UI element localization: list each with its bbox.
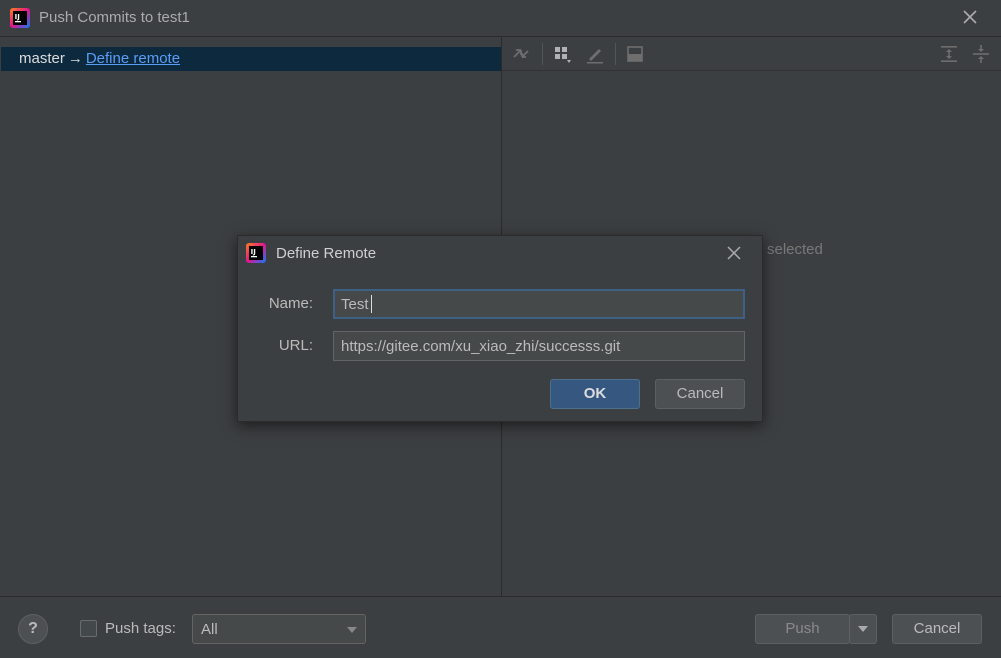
group-by-icon[interactable] xyxy=(553,44,573,64)
arrow-separator: → xyxy=(67,50,83,67)
cancel-button[interactable]: Cancel xyxy=(892,614,982,644)
close-icon[interactable] xyxy=(726,245,742,261)
push-tags-select[interactable]: All xyxy=(192,614,366,644)
push-tags-select-value: All xyxy=(201,621,218,638)
remote-url-input[interactable] xyxy=(333,331,745,361)
toolbar-separator xyxy=(615,43,616,65)
intellij-logo-icon: IJ xyxy=(10,8,30,28)
push-button[interactable]: Push xyxy=(755,614,850,644)
chevron-down-icon xyxy=(347,627,357,633)
expand-all-icon[interactable] xyxy=(939,44,959,64)
branch-name: master xyxy=(19,50,65,67)
define-remote-dialog: IJ Define Remote Name: URL: OK Cancel xyxy=(237,235,763,422)
intellij-logo-icon: IJ xyxy=(246,243,266,263)
text-cursor xyxy=(371,295,372,313)
toolbar-separator xyxy=(542,43,543,65)
collapse-all-icon[interactable] xyxy=(971,44,991,64)
compare-arrows-icon[interactable] xyxy=(511,44,531,64)
close-icon[interactable] xyxy=(961,8,979,26)
dialog-title: Define Remote xyxy=(276,245,377,262)
help-button[interactable]: ? xyxy=(18,614,48,644)
svg-text:IJ: IJ xyxy=(15,13,20,21)
changes-toolbar xyxy=(502,37,1001,71)
chevron-down-icon xyxy=(858,626,868,632)
svg-text:IJ: IJ xyxy=(251,248,256,256)
name-label: Name: xyxy=(268,295,313,312)
remote-name-input[interactable] xyxy=(333,289,745,319)
ok-button[interactable]: OK xyxy=(550,379,640,409)
edit-icon[interactable] xyxy=(585,44,605,64)
title-bar: IJ Push Commits to test1 xyxy=(0,0,1001,36)
preview-icon[interactable] xyxy=(625,44,645,64)
push-commits-window: IJ Push Commits to test1 master → Define r… xyxy=(0,0,1001,658)
push-tags-checkbox[interactable] xyxy=(80,620,97,637)
branch-row-selected[interactable]: master → Define remote xyxy=(1,47,501,71)
push-options-dropdown[interactable] xyxy=(849,614,877,644)
url-label: URL: xyxy=(278,337,313,354)
bottom-divider xyxy=(0,596,1001,597)
define-remote-link[interactable]: Define remote xyxy=(86,50,180,67)
dialog-cancel-button[interactable]: Cancel xyxy=(655,379,745,409)
push-tags-label[interactable]: Push tags: xyxy=(105,620,176,637)
empty-state-text: selected xyxy=(767,241,823,258)
window-title: Push Commits to test1 xyxy=(39,9,190,26)
